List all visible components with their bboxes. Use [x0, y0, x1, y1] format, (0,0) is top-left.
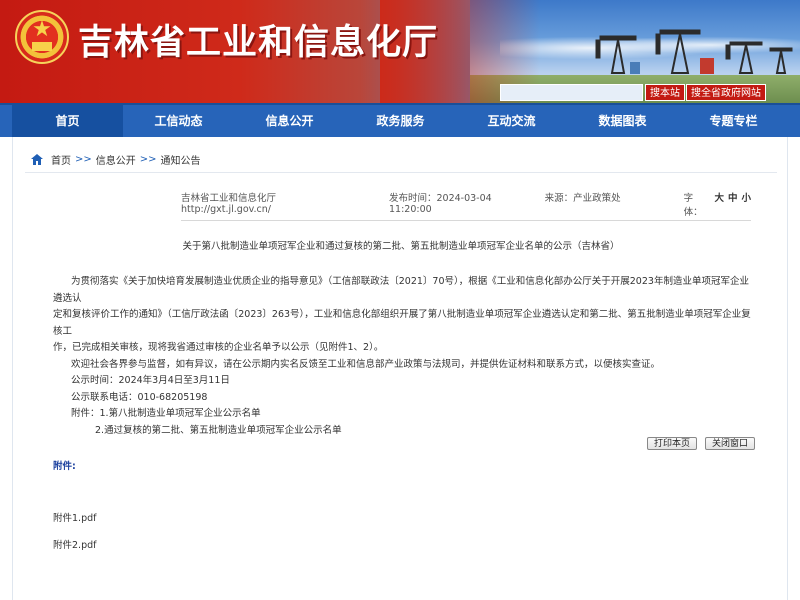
article-para-1-line-1: 为贯彻落实《关于加快培育发展制造业优质企业的指导意见》（工信部联政法〔2021〕… — [53, 276, 749, 304]
breadcrumb: 首页 >> 信息公开 >> 通知公告 — [31, 152, 201, 167]
article-period: 公示时间：2024年3月4日至3月11日 — [71, 375, 230, 386]
search-gov-button[interactable]: 搜全省政府网站 — [686, 84, 766, 101]
attachment-link-2[interactable]: 附件2.pdf — [53, 537, 96, 551]
article-actions: 打印本页 关闭窗口 — [647, 437, 756, 450]
site-header: ★ 吉林省工业和信息化厅 搜本站 搜全省政府网站 — [0, 0, 800, 103]
font-size-small-button[interactable]: 小 — [741, 190, 751, 218]
article-title: 关于第八批制造业单项冠军企业和通过复核的第二批、第五批制造业单项冠军企业名单的公… — [182, 241, 620, 252]
font-size-medium-button[interactable]: 中 — [728, 190, 738, 218]
meta-font-label: 字体： — [683, 193, 703, 218]
font-size-large-button[interactable]: 大 — [714, 190, 724, 218]
breadcrumb-info-disclosure[interactable]: 信息公开 — [96, 152, 136, 167]
breadcrumb-divider — [25, 172, 777, 173]
article-para-1-line-3: 作，已完成相关审核，现将我省通过审核的企业名单予以公示（见附件1、2）。 — [53, 342, 384, 353]
home-icon — [31, 154, 43, 165]
breadcrumb-separator: >> — [75, 154, 92, 165]
print-button[interactable]: 打印本页 — [647, 437, 698, 450]
article-phone: 公示联系电话：010-68205198 — [71, 391, 208, 403]
meta-source-site: 吉林省工业和信息化厅 http://gxt.jl.gov.cn/ — [181, 193, 277, 215]
nav-item-special-topics[interactable]: 专题专栏 — [678, 105, 789, 139]
article-para-1-line-2: 定和复核评价工作的通知》（工信厅政法函〔2023〕263号），工业和信息化部组织… — [53, 309, 751, 337]
breadcrumb-separator: >> — [139, 154, 157, 165]
search-site-button[interactable]: 搜本站 — [645, 84, 685, 101]
article-para-2: 欢迎社会各界参与监督，如有异议，请在公示期内实名反馈至工业和信息部产业政策与法规… — [71, 358, 661, 370]
meta-publish-time: 发布时间：2024-03-04 11:20:00 — [388, 193, 492, 215]
nav-item-data-charts[interactable]: 数据图表 — [567, 105, 678, 139]
search-input[interactable] — [500, 84, 643, 101]
nav-item-home[interactable]: 首页 — [12, 105, 123, 139]
meta-divider — [181, 220, 751, 221]
article-attachment-1: 附件：1.第八批制造业单项冠军企业公示名单 — [71, 408, 261, 419]
article-body: 为贯彻落实《关于加快培育发展制造业优质企业的指导意见》（工信部联政法〔2021〕… — [53, 274, 753, 439]
nav-item-info-disclosure[interactable]: 信息公开 — [234, 105, 345, 139]
site-title: 吉林省工业和信息化厅 — [78, 22, 439, 63]
nav-item-interaction[interactable]: 互动交流 — [456, 105, 567, 139]
oil-pump-illustration — [595, 29, 793, 74]
breadcrumb-notices[interactable]: 通知公告 — [161, 152, 201, 167]
main-content: 首页 >> 信息公开 >> 通知公告 吉林省工业和信息化厅 http://gxt… — [12, 137, 788, 600]
nav-item-news[interactable]: 工信动态 — [123, 105, 234, 139]
breadcrumb-home[interactable]: 首页 — [51, 152, 71, 167]
attachments-label: 附件: — [53, 461, 76, 472]
meta-origin: 来源：产业政策处 — [544, 193, 621, 204]
national-emblem-icon: ★ — [15, 10, 69, 64]
attachment-link-1[interactable]: 附件1.pdf — [53, 510, 96, 524]
nav-item-services[interactable]: 政务服务 — [345, 105, 456, 139]
article-meta: 吉林省工业和信息化厅 http://gxt.jl.gov.cn/ 发布时间：20… — [181, 190, 751, 218]
main-nav: 首页 工信动态 信息公开 政务服务 互动交流 数据图表 专题专栏 — [0, 103, 800, 139]
close-window-button[interactable]: 关闭窗口 — [705, 437, 756, 450]
